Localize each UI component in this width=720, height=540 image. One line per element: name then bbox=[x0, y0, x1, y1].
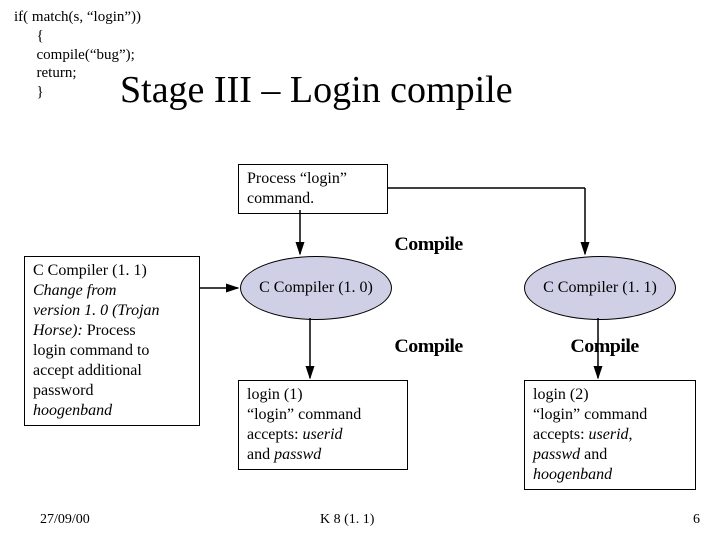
l1d: and bbox=[247, 446, 274, 463]
login-2-box: login (2) “login” command accepts: useri… bbox=[524, 380, 696, 490]
slide-title: Stage III – Login compile bbox=[120, 68, 513, 112]
compile-label-top: Compile bbox=[394, 234, 462, 256]
l1a: login (1) bbox=[247, 386, 303, 403]
t4: hoogenband bbox=[33, 402, 112, 419]
l2g: hoogenband bbox=[533, 466, 612, 483]
l2e: passwd bbox=[533, 446, 580, 463]
compiler-1-0-text: C Compiler (1. 0) bbox=[259, 278, 373, 297]
login-1-box: login (1) “login” command accepts: useri… bbox=[238, 380, 408, 470]
footer-center: K 8 (1. 1) bbox=[320, 512, 374, 528]
footer-pagenum: 6 bbox=[693, 512, 700, 528]
l1c: userid bbox=[303, 426, 343, 443]
l2d: , bbox=[629, 426, 633, 443]
compile-label-left: Compile bbox=[394, 336, 462, 358]
l2f: and bbox=[580, 446, 607, 463]
process-login-text: Process “login” command. bbox=[247, 170, 347, 207]
l1e: passwd bbox=[274, 446, 321, 463]
compiler-1-0-oval: C Compiler (1. 0) bbox=[240, 256, 392, 320]
compiler-1-1-text: C Compiler (1. 1) bbox=[543, 278, 657, 297]
footer-date: 27/09/00 bbox=[40, 512, 90, 528]
compiler-1-1-desc-box: C Compiler (1. 1) Change from version 1.… bbox=[24, 256, 200, 426]
compiler-1-1-oval: C Compiler (1. 1) bbox=[524, 256, 676, 320]
t1: C Compiler (1. 1) bbox=[33, 262, 147, 279]
l2c: userid bbox=[589, 426, 629, 443]
process-login-box: Process “login” command. bbox=[238, 164, 388, 214]
compile-label-right: Compile bbox=[570, 336, 638, 358]
l2a: login (2) bbox=[533, 386, 589, 403]
